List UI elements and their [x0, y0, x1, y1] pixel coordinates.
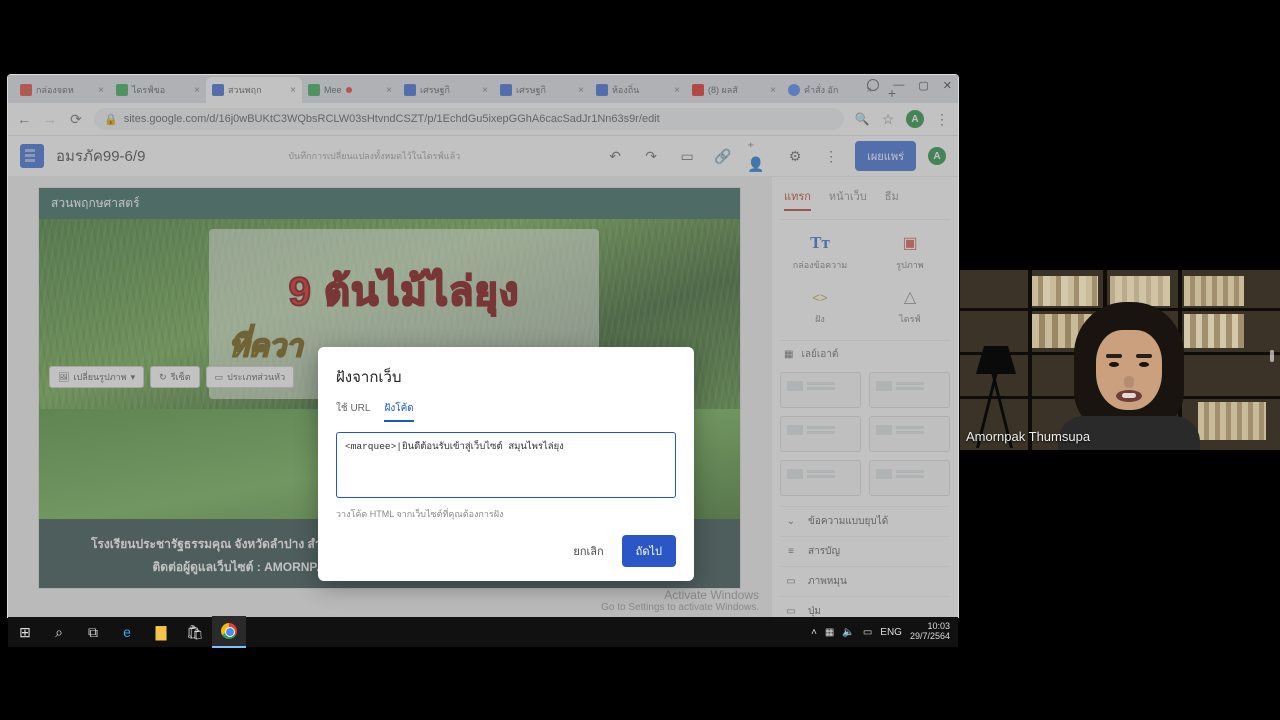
modal-title: ฝังจากเว็บ	[336, 365, 676, 389]
presenter-name: Amornpak Thumsupa	[966, 429, 1090, 444]
modal-hint: วางโค้ด HTML จากเว็บไซต์ที่คุณต้องการฝัง	[336, 507, 676, 521]
volume-icon[interactable]: 🔈	[842, 627, 854, 638]
store-icon[interactable]: 🛍	[178, 617, 212, 647]
edge-icon[interactable]: e	[110, 617, 144, 647]
modal-tab-code[interactable]: ฝังโค้ด	[384, 401, 413, 422]
tray-chevron-icon[interactable]: ˄	[811, 627, 817, 638]
embed-code-textarea[interactable]	[336, 432, 676, 498]
taskview-button[interactable]: ⧉	[76, 617, 110, 647]
language-indicator[interactable]: ENG	[880, 627, 902, 638]
start-button[interactable]: ⊞	[8, 617, 42, 647]
system-tray: ˄ ▦ 🔈 ▭ ENG 10:0329/7/2564	[811, 622, 958, 642]
modal-tab-url[interactable]: ใช้ URL	[336, 401, 370, 422]
search-button[interactable]: ⌕	[42, 617, 76, 647]
next-button[interactable]: ถัดไป	[622, 535, 676, 567]
notifications-icon[interactable]: ▭	[863, 627, 872, 638]
browser-window: กล่องจดห× ไดรฟ์ขอ× สวนพฤก× Mee× เศรษฐกิ×…	[8, 75, 958, 617]
network-icon[interactable]: ▦	[825, 627, 834, 638]
webcam-overlay: Amornpak Thumsupa	[960, 270, 1280, 450]
clock[interactable]: 10:0329/7/2564	[910, 622, 950, 642]
cancel-button[interactable]: ยกเลิก	[565, 536, 611, 566]
chrome-icon[interactable]	[212, 616, 246, 648]
presenter-figure	[1054, 296, 1204, 450]
taskbar: ⊞ ⌕ ⧉ e ▇ 🛍 ˄ ▦ 🔈 ▭ ENG 10:0329/7/2564	[8, 617, 958, 647]
explorer-icon[interactable]: ▇	[144, 617, 178, 647]
embed-modal: ฝังจากเว็บ ใช้ URL ฝังโค้ด วางโค้ด HTML …	[318, 347, 694, 581]
